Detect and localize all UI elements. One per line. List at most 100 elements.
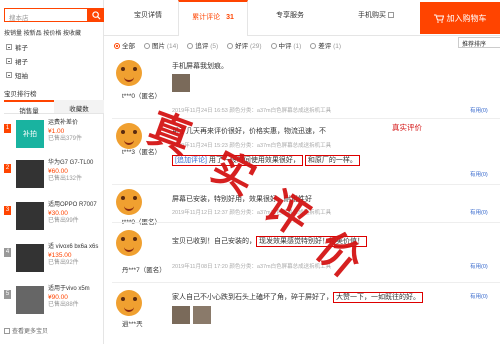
filter-count: (14): [166, 43, 179, 50]
filter-negative[interactable]: 差评 (1): [310, 40, 341, 50]
filter-followup[interactable]: 追评 (5): [187, 40, 218, 50]
filter-label: 追评: [195, 43, 209, 50]
rank-item-sold: 已售出88件: [48, 302, 79, 309]
review-text-main: 家人自己不小心跌到石头上磕坏了角，碎于屏好了，: [172, 294, 333, 301]
radio-icon: [270, 43, 277, 50]
rank-item-info: 适用于vivo x5m ¥90.00 已售出88件: [48, 286, 104, 310]
more-products-link[interactable]: 查看更多宝贝: [4, 326, 48, 335]
category-pants[interactable]: 裤子: [6, 42, 28, 52]
filter-all[interactable]: 全部: [114, 40, 135, 50]
rank-item-title[interactable]: 适用于vivo x5m: [48, 286, 104, 294]
review-count: 31: [226, 14, 234, 21]
tab-reviews[interactable]: 累计评论 31: [178, 0, 248, 36]
rank-tabs: 销售量 收藏数: [4, 100, 104, 115]
rank-number: 4: [4, 248, 11, 257]
shop-sidebar: 搜本店 按销量 按新品 按价格 按收藏 裤子 裙子 短袖 宝贝排行榜 销售量 收…: [0, 0, 104, 344]
followup-label: [追加评论]: [175, 157, 207, 164]
rank-item-title[interactable]: 适 vivox6 bx6a x6s: [48, 244, 104, 252]
useful-button[interactable]: 有用(0): [470, 262, 488, 270]
review-text: 家人自己不小心跌到石头上磕坏了角，碎于屏好了， 大赞一下，一如既往的好。: [172, 292, 423, 303]
user-avatar: [116, 290, 142, 316]
rank-item[interactable]: 2 华为G7 G7-TL00 ¥60.00 已售出132件: [4, 158, 104, 194]
review-photo[interactable]: [172, 74, 190, 92]
filter-positive[interactable]: 好评 (29): [227, 40, 262, 50]
rank-item[interactable]: 3 适用OPPO R7007 ¥30.00 已售出99件: [4, 200, 104, 236]
rank-item[interactable]: 5 适用于vivo x5m ¥90.00 已售出88件: [4, 284, 104, 320]
reviewer-name: t***0（匿名）: [122, 93, 162, 100]
rank-item-sold: 已售出132件: [48, 176, 83, 183]
rank-item-sold: 已售出92件: [48, 260, 79, 267]
tab-services[interactable]: 专享服务: [276, 0, 304, 36]
search-button[interactable]: [88, 8, 104, 22]
review-item: t***3（匿名） 用了几天再来评价很好，价格实惠，物流迅速，不 2019年11…: [112, 120, 500, 184]
mobile-buy-link[interactable]: 手机购买: [358, 0, 394, 36]
detail-tabs: 宝贝详情 累计评论 31 专享服务 手机购买 加入购物车: [104, 0, 500, 36]
sort-links[interactable]: 按销量 按新品 按价格 按收藏: [4, 28, 81, 37]
filter-label: 差评: [318, 43, 332, 50]
useful-button[interactable]: 有用(0): [470, 208, 488, 216]
category-skirts[interactable]: 裙子: [6, 56, 28, 66]
tab-details[interactable]: 宝贝详情: [134, 0, 162, 36]
rank-item-sold: 已售出99件: [48, 218, 79, 225]
rank-item-title[interactable]: 适用OPPO R7007: [48, 202, 104, 210]
search-icon: [91, 10, 101, 20]
radio-icon: [310, 43, 317, 50]
review-text: 手机屏幕我划痕。: [172, 63, 228, 70]
rank-item[interactable]: 1 补拍 运费补差价 ¥1.00 已售出379件: [4, 118, 104, 154]
review-meta: 2019年11月12日 12:37 颜色分类：a37m白色屏幕总成送拆机工具: [172, 210, 332, 216]
review-meta: 2019年11月08日 17:20 颜色分类：a37m白色屏幕总成送拆机工具: [172, 264, 332, 270]
filter-neutral[interactable]: 中评 (1): [270, 40, 301, 50]
category-tshirts[interactable]: 短袖: [6, 70, 28, 80]
expand-icon: [6, 72, 12, 78]
sort-select[interactable]: 推荐排序 ▾: [458, 37, 500, 48]
product-thumbnail[interactable]: 补拍: [16, 120, 44, 148]
useful-button[interactable]: 有用(0): [470, 170, 488, 178]
radio-icon: [227, 43, 234, 50]
product-thumbnail[interactable]: [16, 286, 44, 314]
more-label: 查看更多宝贝: [12, 329, 49, 335]
review-meta: 2019年11月24日 16:53 颜色分类：a37m白色屏幕总成送拆机工具: [172, 108, 332, 114]
reviewer-name: 丹***7（匿名）: [122, 267, 166, 274]
tab-sales[interactable]: 销售量: [4, 100, 54, 115]
review-item: t***0（匿名） 手机屏幕我划痕。 2019年11月24日 16:53 颜色分…: [112, 56, 500, 120]
useful-button[interactable]: 有用(0): [470, 292, 488, 300]
rank-item[interactable]: 4 适 vivox6 bx6a x6s ¥135.00 已售出92件: [4, 242, 104, 278]
useful-button[interactable]: 有用(0): [470, 106, 488, 114]
mobile-buy-label: 手机购买: [358, 12, 386, 19]
reviewer-name: 逍***兲: [122, 321, 143, 328]
followup-highlight-end: 和原厂的一样。: [304, 155, 360, 166]
review-photo[interactable]: [193, 306, 211, 324]
rank-item-info: 适 vivox6 bx6a x6s ¥135.00 已售出92件: [48, 244, 104, 268]
radio-icon: [144, 43, 150, 50]
authentic-review-label: 真实评价: [392, 123, 422, 132]
rank-item-info: 运费补差价 ¥1.00 已售出379件: [48, 120, 104, 144]
qr-code-icon: [388, 12, 394, 19]
review-photo[interactable]: [172, 306, 190, 324]
add-to-cart-label: 加入购物车: [446, 13, 487, 23]
add-to-cart-button[interactable]: 加入购物车: [420, 2, 500, 34]
radio-icon: [114, 43, 120, 50]
divider: [112, 184, 500, 185]
review-text-main: 宝贝已收到！自己安装的，: [172, 238, 256, 245]
followup-highlight: [追加评论] 用了一段时间使用效果很好，: [172, 155, 303, 166]
rank-item-price: ¥30.00: [48, 209, 68, 217]
tab-favorites[interactable]: 收藏数: [54, 100, 104, 113]
shop-search-input[interactable]: 搜本店: [4, 8, 88, 22]
filter-label: 中评: [278, 43, 292, 50]
product-thumbnail[interactable]: [16, 160, 44, 188]
rank-item-title[interactable]: 运费补差价: [48, 120, 104, 128]
filter-images[interactable]: 图片 (14): [144, 40, 178, 50]
cart-icon: [433, 14, 444, 23]
review-photos: [172, 306, 214, 324]
filter-count: (1): [333, 43, 342, 50]
rank-item-title[interactable]: 华为G7 G7-TL00: [48, 160, 104, 168]
filter-label: 全部: [122, 43, 135, 50]
rank-item-info: 华为G7 G7-TL00 ¥60.00 已售出132件: [48, 160, 104, 184]
product-thumbnail[interactable]: [16, 202, 44, 230]
filter-label: 好评: [235, 43, 249, 50]
rank-number: 2: [4, 164, 11, 173]
product-thumbnail[interactable]: [16, 244, 44, 272]
expand-icon: [6, 44, 12, 50]
rank-item-price: ¥1.00: [48, 127, 65, 135]
reviewer-name: t***3（匿名）: [122, 149, 162, 156]
